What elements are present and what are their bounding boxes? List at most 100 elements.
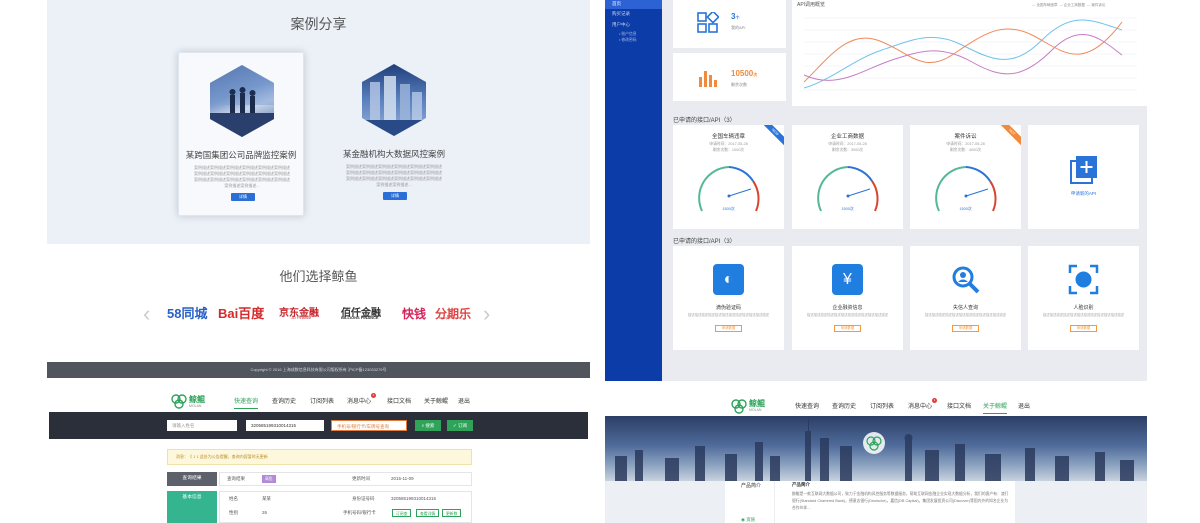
apply-data-button[interactable]: 申请数据 — [715, 325, 742, 332]
search-button[interactable]: ⌕ 搜索 — [415, 420, 441, 431]
service-desc: 描述描述描述描述描述描述描述描述描述描述描述描述 — [806, 313, 889, 317]
bar-chart-icon — [699, 71, 717, 87]
nav-about[interactable]: 关于鲸鲲 — [424, 396, 448, 405]
nav-subscriptions[interactable]: 订阅列表 — [870, 401, 894, 410]
product-intro-tab[interactable]: 产品简介 — [741, 482, 761, 489]
about-text: 鲸鲲是一款互联网大数据公司，致力于金融机构风控服务等数据服务，帮助互联网金融企业… — [792, 492, 1009, 510]
client-logo-text: 58同城 — [167, 306, 208, 321]
update-time-value: 2015-11-09 — [391, 476, 414, 481]
nav-messages[interactable]: 消息中心 1 — [347, 393, 377, 405]
grid-icon — [697, 12, 719, 33]
service-card[interactable]: ◐ 滴伪验证码 描述描述描述描述描述描述描述描述描述描述描述描述 申请数据 — [673, 246, 784, 350]
apply-data-button[interactable]: 申请数据 — [834, 325, 861, 332]
yen-doc-icon: ¥ — [832, 264, 863, 295]
cases-section: 案例分享 某跨国集团公司品牌监控案例 案例描述案例描述案例描述案例描述案例描述案… — [47, 0, 590, 244]
message-badge: 1 — [371, 393, 377, 398]
nav-history[interactable]: 查询历史 — [272, 396, 296, 405]
api-card[interactable]: HOT 案件诉讼 申请时间：2017-05-28 剩余次数：4000次 1500… — [910, 125, 1021, 229]
about-panel: 鲸鲲 MOLAN 快速查询 查询历史 订阅列表 消息中心 1 接口文档 关于鲸鲲 … — [605, 392, 1147, 523]
service-desc: 描述描述描述描述描述描述描述描述描述描述描述描述 — [1042, 313, 1125, 317]
api-remaining: 剩余次数：1000次 — [712, 148, 745, 152]
notice-banner: 消息：《 1 1 此处为公告提醒，查询内容暂时无更新 — [167, 449, 472, 465]
apply-new-api-card[interactable]: 申请新的API — [1028, 125, 1139, 229]
gauge-value: 1500次 — [841, 207, 854, 211]
case-detail-button[interactable]: 详情 — [383, 192, 407, 200]
api-remaining: 剩余次数：4000次 — [949, 148, 982, 152]
client-logo-text: Bai百度 — [218, 306, 265, 321]
table-cell: 姓名 — [229, 496, 238, 501]
sidebar-item-purchases[interactable]: 购买记录 — [605, 8, 662, 19]
service-card[interactable]: ¥ 企业融资信息 描述描述描述描述描述描述描述描述描述描述描述描述 申请数据 — [792, 246, 903, 350]
case-card-2[interactable]: 某金融机构大数据风控案例 案例描述案例描述案例描述案例描述案例描述案例描述案例描… — [331, 52, 457, 216]
hero-logo-icon — [863, 432, 885, 454]
nav-logout[interactable]: 退出 — [458, 396, 470, 405]
service-desc: 描述描述描述描述描述描述描述描述描述描述描述描述 — [687, 313, 770, 317]
face-scan-icon — [1068, 264, 1099, 295]
stat-card-apis: 3个 我的API — [673, 0, 786, 48]
nav-subscriptions[interactable]: 订阅列表 — [310, 396, 334, 405]
client-logo-sub: fenqile.com — [439, 315, 460, 320]
sidebar-subitem-account[interactable]: • 账户信息 — [619, 32, 637, 37]
service-card[interactable]: 失信人查询 描述描述描述描述描述描述描述描述描述描述描述描述 申请数据 — [910, 246, 1021, 350]
subscribe-button[interactable]: ✓ 订阅 — [447, 420, 473, 431]
query-panel: 鲸鲲 MOLAN 快速查询 查询历史 订阅列表 消息中心 1 接口文档 关于鲸鲲 … — [47, 383, 590, 523]
clients-title: 他们选择鲸鱼 — [279, 269, 358, 284]
nav-api-docs[interactable]: 接口文档 — [947, 401, 971, 410]
table-cell: 320585199310014315 — [391, 496, 437, 501]
search-bar: 请输入姓名 320585199310014315 手机号/银行卡/车牌号查询 ⌕… — [49, 412, 588, 439]
apply-data-button[interactable]: 申请数据 — [1070, 325, 1097, 332]
api-title: 企业工商数据 — [830, 134, 864, 140]
available-section-title: 已申请的接口/API（3） — [673, 239, 736, 245]
case-desc: 案例描述案例描述案例描述案例描述案例描述案例描述案例描述案例描述案例描述案例描述… — [194, 165, 290, 188]
table-cell: 26 — [262, 510, 268, 515]
nav-logout[interactable]: 退出 — [1018, 401, 1030, 410]
nav-about[interactable]: 关于鲸鲲 — [983, 401, 1008, 414]
nav-messages[interactable]: 消息中心 1 — [908, 398, 938, 410]
risk-badge: 高危 — [262, 475, 276, 483]
table-tag[interactable]: 查看详情 — [416, 509, 440, 517]
client-logo-billions: 佰仟金融 BILLIONS FINANCE — [341, 302, 381, 326]
api-title: 案件诉讼 — [954, 134, 977, 140]
brand-logo-icon — [731, 398, 747, 414]
case-card-1[interactable]: 某跨国集团公司品牌监控案例 案例描述案例描述案例描述案例描述案例描述案例描述案例… — [178, 52, 304, 216]
sidebar-subitem-password[interactable]: • 修改密码 — [619, 38, 637, 43]
api-card[interactable]: 企业工商数据 申请时间：2017-05-28 剩余次数：3000次 1500次 — [792, 125, 903, 229]
table-cell: 某某 — [262, 496, 271, 501]
qualification-tab[interactable]: ◉ 资质 — [741, 517, 755, 523]
next-arrow-icon[interactable]: › — [483, 302, 490, 326]
service-title: 人脸识别 — [1073, 305, 1094, 311]
api-card[interactable]: NEW 全国车辆违章 申请时间：2017-05-28 剩余次数：1000次 15… — [673, 125, 784, 229]
table-tag[interactable]: 更新数 — [442, 509, 462, 517]
api-usage-chart: API调用概览 — 全国车辆违章 — 企业工商数据 — 案件诉讼 — [792, 0, 1147, 106]
sidebar-item-user-center[interactable]: 用户中心 — [605, 19, 662, 30]
nav-quick-query[interactable]: 快速查询 — [234, 396, 259, 409]
client-logo-text: 快钱 — [402, 307, 427, 321]
service-card[interactable]: 人脸识别 描述描述描述描述描述描述描述描述描述描述描述描述 申请数据 — [1028, 246, 1139, 350]
case-detail-button[interactable]: 详情 — [231, 193, 255, 201]
service-title: 滴伪验证码 — [715, 305, 741, 311]
nav-quick-query[interactable]: 快速查询 — [795, 401, 819, 410]
name-input[interactable]: 请输入姓名 — [167, 420, 237, 431]
client-logo-58: 58同城 — [167, 302, 207, 326]
table-tag[interactable]: 订阅查 — [392, 509, 412, 517]
phone-card-input[interactable]: 手机号/银行卡/车牌号查询 — [331, 420, 407, 431]
nav-history[interactable]: 查询历史 — [832, 401, 856, 410]
site-footer: Copyright © 2016 上海成数信息科技有限公司版权所有 沪ICP备1… — [47, 362, 590, 378]
apply-data-button[interactable]: 申请数据 — [952, 325, 979, 332]
api-remaining: 剩余次数：3000次 — [831, 148, 864, 152]
service-desc: 描述描述描述描述描述描述描述描述描述描述描述描述 — [924, 313, 1007, 317]
stat-label: 我的API — [731, 25, 746, 30]
nav-api-docs[interactable]: 接口文档 — [387, 396, 411, 405]
api-date: 申请时间：2017-05-28 — [946, 142, 985, 146]
cases-title: 案例分享 — [290, 16, 347, 32]
cases-panel: 案例分享 某跨国集团公司品牌监控案例 案例描述案例描述案例描述案例描述案例描述案… — [47, 0, 590, 378]
id-number-input[interactable]: 320585199310014315 — [246, 420, 324, 431]
result-row — [219, 472, 472, 486]
table-cell: 手机号码/银行卡 — [343, 510, 376, 515]
service-title: 企业融资信息 — [832, 305, 863, 311]
client-logo-fenqile: 分期乐 fenqile.com — [435, 302, 471, 326]
stat-label: 剩余次数 — [731, 82, 747, 87]
api-date: 申请时间：2017-05-28 — [709, 142, 748, 146]
client-logo-sub: JD Finance — [291, 315, 312, 320]
prev-arrow-icon[interactable]: ‹ — [143, 302, 150, 326]
